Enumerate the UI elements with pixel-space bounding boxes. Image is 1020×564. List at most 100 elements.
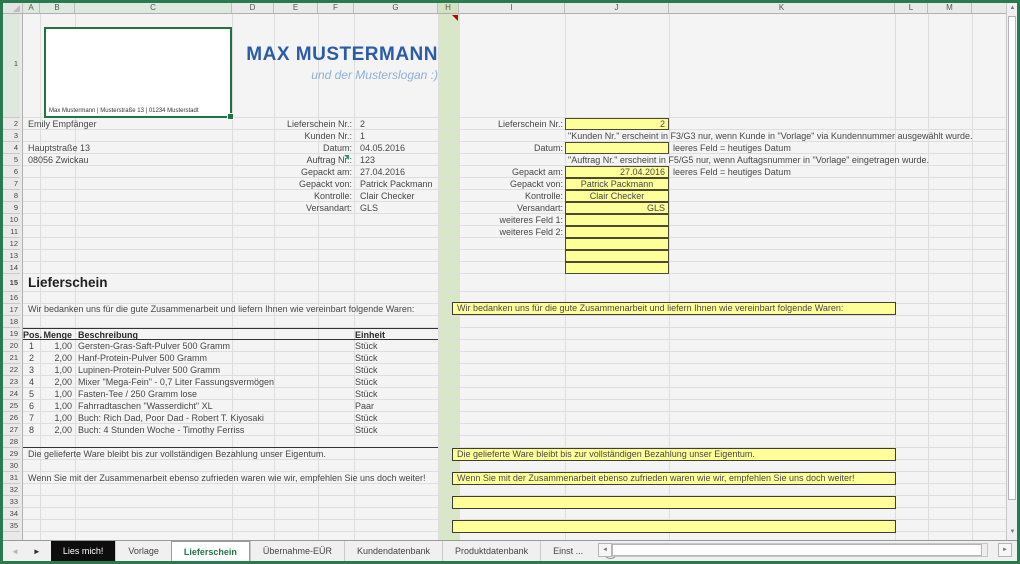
- row-header[interactable]: 32: [3, 484, 20, 496]
- row-header[interactable]: 35: [3, 520, 20, 532]
- retention-note: Die gelieferte Ware bleibt bis zur volls…: [28, 448, 326, 460]
- helper-input-field[interactable]: [565, 238, 669, 250]
- row-header[interactable]: 33: [3, 496, 20, 508]
- cell-unit: Stück: [355, 388, 378, 400]
- horizontal-scroll-track[interactable]: [612, 543, 988, 557]
- helper-input-field[interactable]: Clair Checker: [565, 190, 669, 202]
- row-header[interactable]: 13: [3, 250, 20, 262]
- scroll-left-icon[interactable]: ◄: [598, 543, 612, 557]
- row-header[interactable]: 11: [3, 226, 20, 238]
- vertical-scroll-thumb[interactable]: [1008, 16, 1016, 500]
- helper-input-field[interactable]: 27.04.2016: [565, 166, 669, 178]
- helper-input-field[interactable]: [565, 142, 669, 154]
- row-header[interactable]: 7: [3, 178, 20, 190]
- column-header-g[interactable]: G: [354, 3, 438, 13]
- sheet-tab[interactable]: Kundendatenbank: [344, 541, 442, 561]
- column-header-k[interactable]: K: [669, 3, 895, 13]
- column-header-i[interactable]: I: [459, 3, 565, 13]
- items-table: 1 1,00 Gersten-Gras-Saft-Pulver 500 Gram…: [23, 340, 438, 436]
- row-header[interactable]: 1: [3, 14, 20, 118]
- helper-panel: Lieferschein Nr.: 2 "Kunden Nr." erschei…: [380, 118, 1006, 274]
- sheet-tab[interactable]: Lieferschein: [171, 541, 250, 561]
- sheet-nav-right-icon[interactable]: ►: [33, 547, 41, 556]
- sheet-tab[interactable]: Produktdatenbank: [442, 541, 540, 561]
- sheet-tab[interactable]: Übernahme-EÜR: [250, 541, 344, 561]
- row-header[interactable]: 29: [3, 448, 20, 460]
- row-header[interactable]: 24: [3, 388, 20, 400]
- horizontal-scroll-thumb[interactable]: [612, 544, 982, 556]
- helper-wide-input[interactable]: Die gelieferte Ware bleibt bis zur volls…: [452, 448, 896, 461]
- vertical-scrollbar[interactable]: ▲ ▼: [1006, 3, 1017, 540]
- cell-unit: Paar: [355, 400, 374, 412]
- column-header-m[interactable]: M: [928, 3, 972, 13]
- sheet-nav-left-icon[interactable]: ◄: [11, 547, 19, 556]
- select-all-icon[interactable]: [3, 3, 23, 13]
- horizontal-scrollbar[interactable]: ◄ ►: [598, 543, 988, 557]
- row-header[interactable]: 18: [3, 316, 20, 328]
- helper-note: "Kunden Nr." erscheint in F3/G3 nur, wen…: [568, 130, 973, 142]
- column-header-j[interactable]: J: [565, 3, 669, 13]
- table-row: 4 2,00 Mixer "Mega-Fein" - 0,7 Liter Fas…: [23, 376, 438, 388]
- helper-input-field[interactable]: Patrick Packmann: [565, 178, 669, 190]
- row-header[interactable]: 15: [3, 274, 20, 292]
- helper-wide-input[interactable]: [452, 520, 896, 533]
- column-headers: A B C D E F G H I J K L M: [3, 3, 1006, 14]
- cell-pos: 7: [23, 412, 40, 424]
- cell-desc: Fahrradtaschen "Wasserdicht" XL: [78, 400, 213, 412]
- row-header[interactable]: 27: [3, 424, 20, 436]
- column-header-b[interactable]: B: [40, 3, 75, 13]
- row-header[interactable]: 34: [3, 508, 20, 520]
- cell-desc: Fasten-Tee / 250 Gramm lose: [78, 388, 197, 400]
- cell-pos: 3: [23, 364, 40, 376]
- row-header[interactable]: 16: [3, 292, 20, 304]
- helper-input-field[interactable]: [565, 250, 669, 262]
- row-header[interactable]: 8: [3, 190, 20, 202]
- row-header[interactable]: 19: [3, 328, 20, 340]
- column-header-l[interactable]: L: [895, 3, 928, 13]
- helper-wide-input[interactable]: [452, 496, 896, 509]
- sheet-tab[interactable]: Lies mich!: [51, 541, 116, 561]
- row-header[interactable]: 5: [3, 154, 20, 166]
- row-header[interactable]: 9: [3, 202, 20, 214]
- helper-wide-input[interactable]: Wir bedanken uns für die gute Zusammenar…: [452, 302, 896, 315]
- helper-input-field[interactable]: GLS: [565, 202, 669, 214]
- meta-field-value: 1: [360, 130, 365, 142]
- row-header[interactable]: 3: [3, 130, 20, 142]
- row-header[interactable]: 31: [3, 472, 20, 484]
- row-header[interactable]: 22: [3, 364, 20, 376]
- helper-wide-input[interactable]: Wenn Sie mit der Zusammenarbeit ebenso z…: [452, 472, 896, 485]
- row-header[interactable]: 26: [3, 412, 20, 424]
- cell-qty: 1,00: [40, 388, 72, 400]
- scroll-right-icon[interactable]: ►: [998, 543, 1012, 557]
- row-header[interactable]: 23: [3, 376, 20, 388]
- column-header-f[interactable]: F: [318, 3, 354, 13]
- column-header-d[interactable]: D: [232, 3, 274, 13]
- helper-input-field[interactable]: [565, 262, 669, 274]
- helper-field-label: Versandart:: [380, 202, 563, 214]
- comment-indicator-icon: [452, 15, 458, 21]
- row-header[interactable]: 10: [3, 214, 20, 226]
- column-header-a[interactable]: A: [23, 3, 40, 13]
- row-header[interactable]: 4: [3, 142, 20, 154]
- column-header-c[interactable]: C: [75, 3, 232, 13]
- row-header[interactable]: 30: [3, 460, 20, 472]
- column-header-h[interactable]: H: [438, 3, 459, 13]
- row-header[interactable]: 17: [3, 304, 20, 316]
- row-header[interactable]: 28: [3, 436, 20, 448]
- row-header[interactable]: 2: [3, 118, 20, 130]
- column-header-e[interactable]: E: [274, 3, 318, 13]
- row-header[interactable]: 20: [3, 340, 20, 352]
- row-header[interactable]: 6: [3, 166, 20, 178]
- sheet-tab[interactable]: Vorlage: [115, 541, 171, 561]
- row-header[interactable]: 12: [3, 238, 20, 250]
- sheet-tab[interactable]: Einst ...: [540, 541, 595, 561]
- helper-input-field[interactable]: [565, 214, 669, 226]
- row-header[interactable]: 14: [3, 262, 20, 274]
- helper-field-row: weiteres Feld 1:: [380, 214, 1006, 226]
- scroll-up-icon[interactable]: ▲: [1008, 3, 1017, 14]
- row-header[interactable]: 25: [3, 400, 20, 412]
- helper-input-field[interactable]: [565, 226, 669, 238]
- scroll-down-icon[interactable]: ▼: [1008, 527, 1017, 538]
- row-header[interactable]: 21: [3, 352, 20, 364]
- helper-input-field[interactable]: 2: [565, 118, 669, 130]
